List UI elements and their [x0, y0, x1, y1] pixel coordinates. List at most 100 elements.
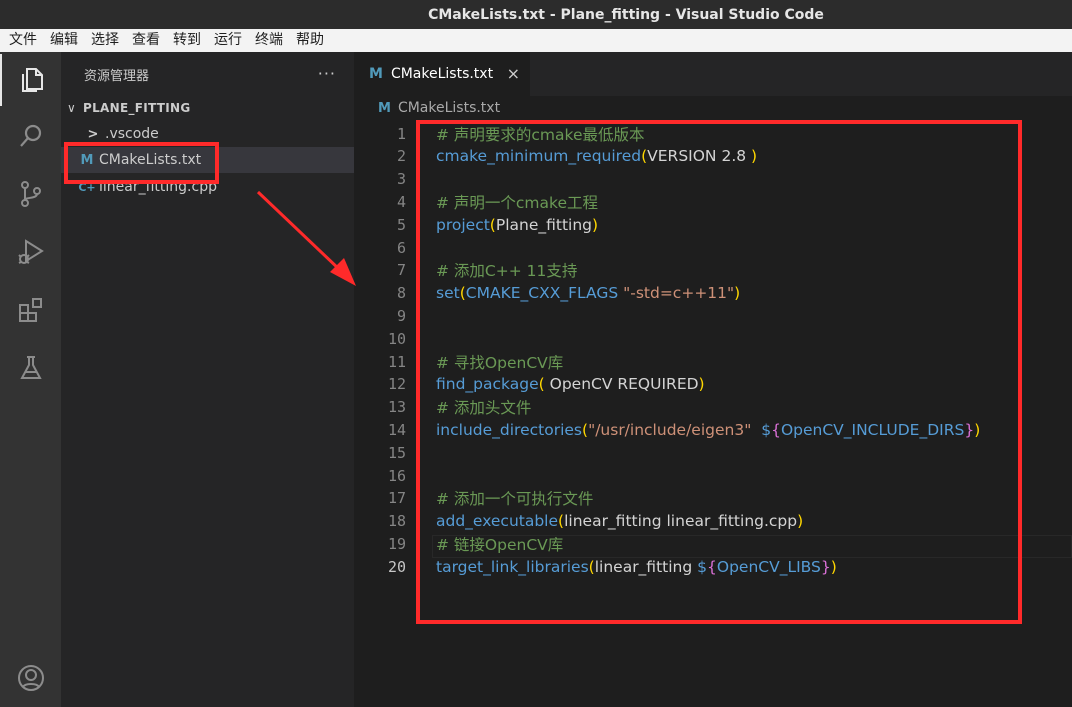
code-line[interactable]: 2 cmake_minimum_required(VERSION 2.8 ) — [354, 145, 1072, 168]
explorer-header: 资源管理器 ··· — [61, 52, 354, 96]
code-text: target_link_libraries(linear_fitting ${O… — [436, 558, 837, 576]
line-number: 10 — [387, 329, 406, 348]
code-token: # 添加一个可执行文件 — [436, 490, 594, 509]
code-line[interactable]: 5 project(Plane_fitting) — [354, 213, 1072, 236]
code-line[interactable]: 19 # 链接OpenCV库 — [354, 532, 1072, 555]
code-token: linear_fitting linear_fitting.cpp — [564, 512, 798, 531]
code-text: find_package( OpenCV REQUIRED) — [436, 375, 705, 393]
code-token: VERSION 2.8 — [647, 147, 752, 166]
menu-selection[interactable]: 选择 — [91, 29, 119, 52]
cmake-file-icon: M — [369, 66, 383, 82]
line-number: 11 — [387, 352, 406, 371]
code-line[interactable]: 15 — [354, 441, 1072, 464]
code-text: # 寻找OpenCV库 — [436, 351, 563, 373]
code-line[interactable]: 3 — [354, 168, 1072, 191]
code-line[interactable]: 9 — [354, 304, 1072, 327]
code-line[interactable]: 13 # 添加头文件 — [354, 396, 1072, 419]
folder-header[interactable]: ∨ PLANE_FITTING — [61, 96, 354, 120]
menu-edit[interactable]: 编辑 — [50, 29, 78, 52]
code-token: project — [436, 215, 490, 234]
testing-icon[interactable] — [0, 342, 61, 394]
title-bar: CMakeLists.txt - Plane_fitting - Visual … — [0, 0, 1072, 29]
close-icon[interactable]: × — [507, 64, 520, 83]
breadcrumb-label: CMakeLists.txt — [397, 100, 501, 116]
menu-view[interactable]: 查看 — [132, 29, 160, 52]
line-number: 13 — [387, 398, 406, 417]
code-token: set — [436, 284, 460, 303]
line-number: 9 — [396, 306, 406, 325]
breadcrumb[interactable]: M CMakeLists.txt — [378, 98, 500, 118]
run-debug-icon[interactable] — [0, 226, 61, 278]
code-line[interactable]: 18 add_executable(linear_fitting linear_f… — [354, 510, 1072, 533]
menu-help[interactable]: 帮助 — [296, 29, 324, 52]
tab-label: CMakeLists.txt — [390, 66, 494, 82]
code-token: ) — [698, 375, 705, 394]
code-line[interactable]: 20 target_link_libraries(linear_fitting $… — [354, 555, 1072, 578]
line-number: 3 — [396, 170, 406, 189]
code-text: # 声明一个cmake工程 — [436, 191, 598, 213]
cmake-file-icon: M — [80, 152, 94, 168]
code-text: add_executable(linear_fitting linear_fit… — [436, 512, 803, 530]
line-number: 15 — [387, 443, 406, 462]
code-text: cmake_minimum_required(VERSION 2.8 ) — [436, 147, 757, 165]
code-line[interactable]: 8 set(CMAKE_CXX_FLAGS "-std=c++11") — [354, 282, 1072, 305]
code-line[interactable]: 16 — [354, 464, 1072, 487]
code-token: find_package — [436, 375, 539, 394]
tree-item-vscode[interactable]: > .vscode — [61, 121, 354, 147]
code-line[interactable]: 14 include_directories("/usr/include/eige… — [354, 418, 1072, 441]
code-line[interactable]: 1 # 声明要求的cmake最低版本 — [354, 122, 1072, 145]
line-number: 16 — [387, 466, 406, 485]
line-number: 18 — [387, 512, 406, 531]
code-line[interactable]: 12 find_package( OpenCV REQUIRED) — [354, 373, 1072, 396]
menu-bar: 文件 编辑 选择 查看 转到 运行 终端 帮助 — [0, 29, 1072, 52]
menu-go[interactable]: 转到 — [173, 29, 201, 52]
tree-item-label: .vscode — [105, 126, 159, 142]
code-text: # 添加C++ 11支持 — [436, 259, 577, 281]
chevron-right-icon: > — [87, 126, 99, 142]
menu-run[interactable]: 运行 — [214, 29, 242, 52]
explorer-icon[interactable] — [0, 54, 61, 106]
code-token: } — [964, 420, 975, 439]
line-number: 4 — [396, 192, 406, 211]
code-line[interactable]: 17 # 添加一个可执行文件 — [354, 487, 1072, 510]
code-token: ) — [592, 215, 599, 234]
code-line[interactable]: 6 — [354, 236, 1072, 259]
more-actions-icon[interactable]: ··· — [318, 64, 336, 83]
code-line[interactable]: 10 — [354, 327, 1072, 350]
code-token: add_executable — [436, 512, 559, 531]
tab-bar: M CMakeLists.txt × — [354, 52, 1072, 96]
line-number: 7 — [396, 261, 406, 280]
code-line[interactable]: 11 # 寻找OpenCV库 — [354, 350, 1072, 373]
tree-item-linear-fitting[interactable]: C+ linear_fitting.cpp — [61, 174, 354, 200]
activity-bar — [0, 52, 61, 707]
tab-cmakelists[interactable]: M CMakeLists.txt × — [354, 52, 530, 96]
code-token: include_directories — [436, 420, 582, 439]
menu-terminal[interactable]: 终端 — [255, 29, 283, 52]
code-token: ) — [797, 512, 804, 531]
line-number: 19 — [387, 534, 406, 553]
menu-file[interactable]: 文件 — [9, 29, 37, 52]
source-control-icon[interactable] — [0, 168, 61, 220]
account-icon[interactable] — [0, 652, 61, 704]
code-text: # 链接OpenCV库 — [436, 533, 563, 555]
code-token: { — [707, 557, 717, 576]
code-line[interactable]: 4 # 声明一个cmake工程 — [354, 190, 1072, 213]
code-token: ) — [734, 284, 741, 303]
code-token: OpenCV REQUIRED — [544, 375, 699, 394]
code-line[interactable]: 7 # 添加C++ 11支持 — [354, 259, 1072, 282]
code-token: OpenCV_INCLUDE_DIRS — [780, 420, 965, 439]
code-text: include_directories("/usr/include/eigen3… — [436, 421, 980, 439]
search-icon[interactable] — [0, 110, 61, 162]
tree-item-label: CMakeLists.txt — [99, 152, 202, 168]
folder-name: PLANE_FITTING — [83, 101, 191, 115]
explorer-title: 资源管理器 — [84, 68, 150, 84]
line-number: 14 — [387, 420, 406, 439]
code-token: target_link_libraries — [436, 557, 589, 576]
tree-item-cmakelists[interactable]: M CMakeLists.txt — [61, 147, 354, 173]
extensions-icon[interactable] — [0, 284, 61, 336]
code-token: # 声明要求的cmake最低版本 — [436, 125, 645, 144]
code-text: # 声明要求的cmake最低版本 — [436, 123, 645, 145]
cpp-file-icon: C+ — [78, 180, 96, 194]
code-token: { — [771, 420, 781, 439]
